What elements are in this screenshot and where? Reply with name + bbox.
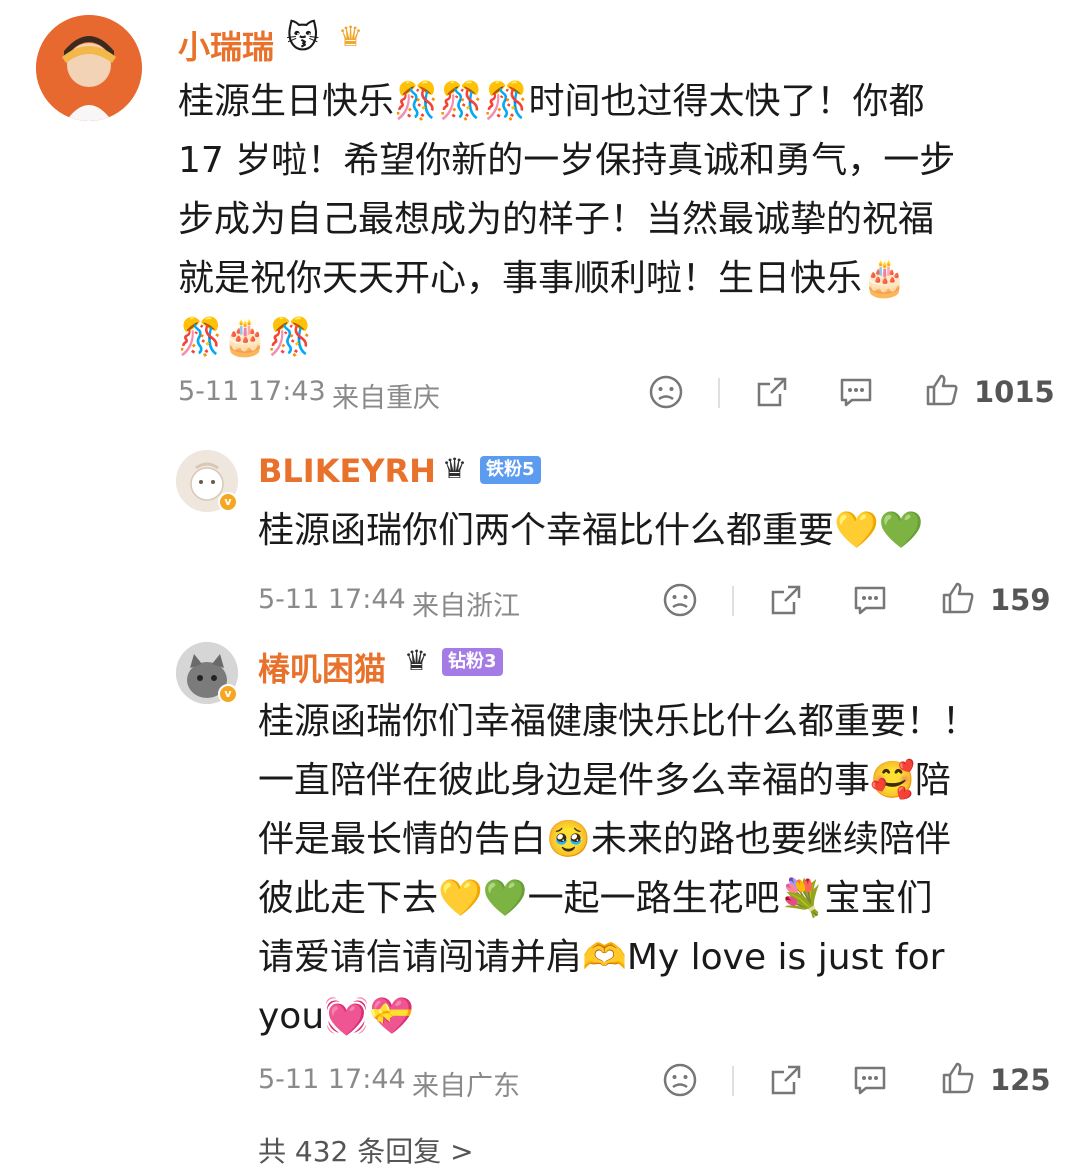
location: 来自重庆 bbox=[332, 383, 440, 414]
sad-face-icon[interactable] bbox=[662, 582, 698, 618]
text-line: 一直陪伴在彼此身边是件多么幸福的事🥰陪 bbox=[258, 760, 951, 801]
thumbs-up-icon[interactable] bbox=[940, 1060, 976, 1096]
text-line: 桂源函瑞你们幸福健康快乐比什么都重要！！ bbox=[258, 701, 979, 742]
divider bbox=[718, 378, 720, 408]
text-line: 桂源函瑞你们两个幸福比什么都重要💛💚 bbox=[258, 510, 924, 551]
text-line: you💓💝 bbox=[258, 996, 414, 1037]
comment-icon[interactable] bbox=[838, 374, 874, 410]
text-line: 请爱请信请闯请并肩🫶My love is just for bbox=[258, 937, 945, 978]
text-line: 桂源生日快乐🎊🎊🎊时间也过得太快了！你都 bbox=[178, 81, 925, 122]
crown-icon: ♛ bbox=[442, 452, 468, 485]
divider bbox=[732, 586, 734, 616]
like-count: 1015 bbox=[974, 375, 1055, 409]
timestamp: 5-11 17:44 bbox=[258, 1064, 406, 1095]
share-icon[interactable] bbox=[754, 374, 790, 410]
crown-icon: ♛ bbox=[404, 644, 430, 677]
comment-text: 桂源函瑞你们幸福健康快乐比什么都重要！！ 一直陪伴在彼此身边是件多么幸福的事🥰陪… bbox=[258, 692, 978, 1046]
comment-icon[interactable] bbox=[852, 582, 888, 618]
sad-face-icon[interactable] bbox=[662, 1062, 698, 1098]
text-line: 伴是最长情的告白🥹未来的路也要继续陪伴 bbox=[258, 819, 951, 860]
location: 来自广东 bbox=[412, 1071, 520, 1102]
text-line: 就是祝你天天开心，事事顺利啦！生日快乐🎂 bbox=[178, 258, 907, 299]
text-line: 🎊🎂🎊 bbox=[178, 317, 313, 358]
location: 来自浙江 bbox=[412, 591, 520, 622]
comment-icon[interactable] bbox=[852, 1062, 888, 1098]
thumbs-up-icon[interactable] bbox=[924, 372, 960, 408]
more-replies-link[interactable]: 共 432 条回复 > bbox=[258, 1130, 474, 1170]
text-line: 彼此走下去💛💚一起一路生花吧💐宝宝们 bbox=[258, 878, 933, 919]
verified-badge: v bbox=[218, 684, 238, 704]
timestamp: 5-11 17:44 bbox=[258, 584, 406, 615]
sad-face-icon[interactable] bbox=[648, 374, 684, 410]
share-icon[interactable] bbox=[768, 582, 804, 618]
divider bbox=[732, 1066, 734, 1096]
emoji-badge: 😽 bbox=[286, 18, 320, 56]
username[interactable]: BLIKEYRH bbox=[258, 452, 436, 490]
fan-badge: 铁粉5 bbox=[480, 456, 541, 484]
text-line: 步成为自己最想成为的样子！当然最诚挚的祝福 bbox=[178, 199, 935, 240]
share-icon[interactable] bbox=[768, 1062, 804, 1098]
comment-text: 桂源函瑞你们两个幸福比什么都重要💛💚 bbox=[258, 501, 924, 560]
like-count: 125 bbox=[990, 1063, 1051, 1097]
avatar[interactable] bbox=[36, 15, 142, 121]
fan-badge: 钻粉3 bbox=[442, 648, 503, 676]
text-line: 17 岁啦！希望你新的一岁保持真诚和勇气，一步 bbox=[178, 140, 956, 181]
timestamp: 5-11 17:43 bbox=[178, 376, 326, 407]
crown-icon: ♛ bbox=[338, 20, 364, 53]
thumbs-up-icon[interactable] bbox=[940, 580, 976, 616]
like-count: 159 bbox=[990, 583, 1051, 617]
username[interactable]: 椿叽困猫 bbox=[258, 644, 386, 690]
username[interactable]: 小瑞瑞 bbox=[178, 22, 274, 68]
verified-badge: v bbox=[218, 492, 238, 512]
comment-text: 桂源生日快乐🎊🎊🎊时间也过得太快了！你都 17 岁啦！希望你新的一岁保持真诚和勇… bbox=[178, 72, 955, 367]
